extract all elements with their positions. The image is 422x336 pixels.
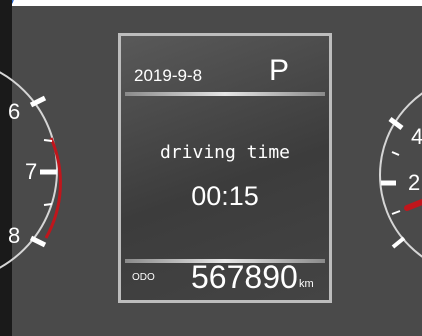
top-divider: [125, 92, 325, 96]
left-tick-8: [29, 235, 47, 248]
right-gauge-needle: [404, 199, 422, 211]
driving-time-label: driving time: [159, 142, 291, 163]
right-minor-tick: [391, 151, 400, 156]
center-display: 2019-9-8 P driving time 00:15 ODO 567890…: [118, 33, 332, 303]
right-gauge-label-4: 4: [411, 124, 422, 149]
right-gauge-label-2: 2: [408, 170, 421, 195]
left-minor-tick: [43, 203, 53, 206]
left-gauge-label-8: 8: [8, 223, 21, 248]
odometer-unit: km: [299, 278, 314, 290]
left-gauge-label-6: 6: [8, 99, 21, 124]
right-tick-lower: [391, 236, 406, 249]
date-text: 2019-9-8: [134, 66, 203, 85]
left-gauge-redline: [44, 137, 62, 239]
odo-label: ODO: [132, 272, 155, 283]
driving-time-value: 00:15: [191, 181, 259, 211]
odometer-value: 567890: [191, 259, 298, 295]
right-minor-tick: [391, 210, 401, 215]
left-minor-tick: [43, 139, 53, 142]
left-gauge-label-7: 7: [25, 159, 38, 184]
left-tick-6: [29, 95, 47, 108]
gear-indicator: P: [269, 54, 290, 87]
